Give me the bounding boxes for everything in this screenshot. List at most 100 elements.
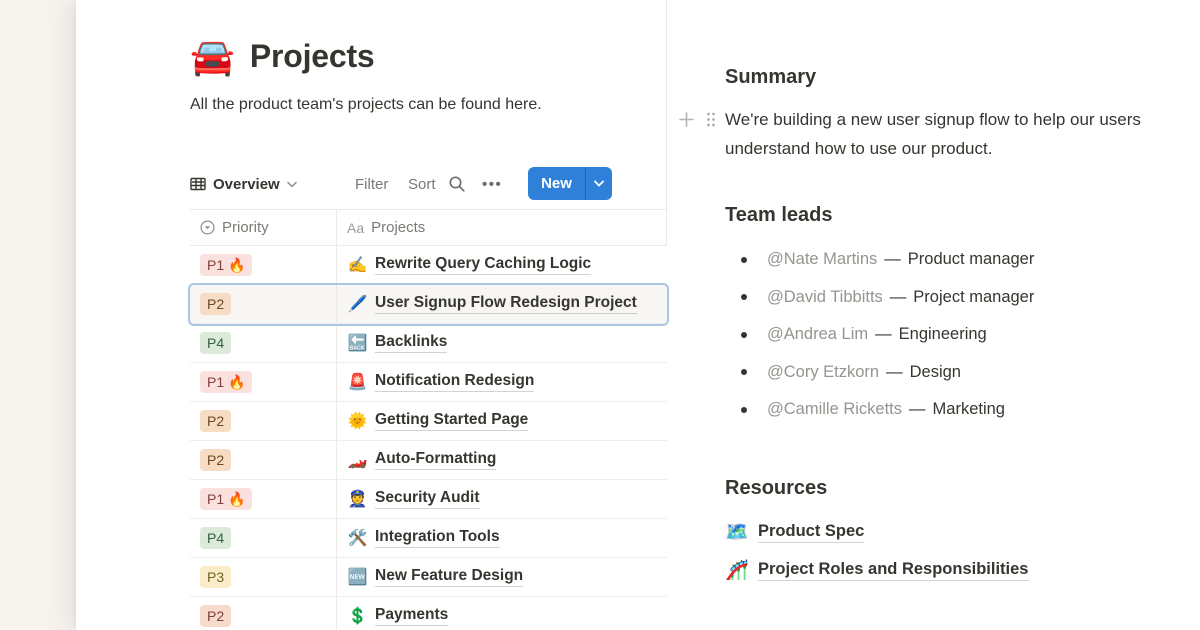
resource-page-link[interactable]: 🎢 Project Roles and Responsibilities (725, 551, 1029, 589)
page-header: 🚘 Projects (190, 38, 375, 75)
table-row[interactable]: P2 🏎️Auto-Formatting (190, 441, 667, 480)
project-link[interactable]: New Feature Design (375, 567, 523, 587)
priority-badge: P2 (200, 605, 231, 627)
project-link[interactable]: User Signup Flow Redesign Project (375, 294, 637, 314)
chevron-down-icon (287, 181, 297, 188)
table-row[interactable]: P4 🔙 Backlinks (190, 324, 667, 363)
team-role: Engineering (899, 325, 987, 344)
dash-separator: — (875, 325, 892, 344)
project-icon: 🚨 (347, 372, 368, 392)
project-icon: ✍️ (347, 255, 368, 275)
bullet-icon (741, 407, 747, 413)
new-button-group: New (528, 167, 612, 200)
resource-title: Product Spec (758, 522, 864, 543)
more-options-icon[interactable]: ••• (482, 168, 502, 200)
column-header-priority[interactable]: Priority (190, 210, 337, 245)
column-label: Projects (371, 219, 425, 236)
page-icon[interactable]: 🚘 (190, 39, 235, 75)
project-link[interactable]: Auto-Formatting (375, 450, 496, 470)
team-role: Product manager (908, 250, 1035, 269)
dash-separator: — (884, 250, 901, 269)
project-link[interactable]: Getting Started Page (375, 411, 528, 431)
team-leads-heading: Team leads (725, 204, 832, 227)
table-header-row: Priority Aa Projects (190, 209, 667, 246)
priority-badge: P4 (200, 527, 231, 549)
user-mention[interactable]: @Andrea Lim (767, 325, 868, 344)
team-role: Marketing (933, 400, 1005, 419)
text-property-icon: Aa (347, 220, 364, 236)
table-row[interactable]: P3 🆕 New Feature Design (190, 558, 667, 597)
select-property-icon (200, 220, 215, 235)
project-link[interactable]: Security Audit (375, 489, 480, 509)
add-block-icon[interactable] (677, 110, 696, 129)
table-row[interactable]: P1 🔥 ✍️ Rewrite Query Caching Logic (190, 246, 667, 285)
column-header-projects[interactable]: Aa Projects (337, 210, 667, 245)
priority-badge: P1 🔥 (200, 254, 252, 276)
project-icon: 🛠️ (347, 528, 368, 548)
database-toolbar: Overview Filter Sort ••• New (76, 166, 667, 202)
project-link[interactable]: Rewrite Query Caching Logic (375, 255, 591, 275)
page-description: All the product team's projects can be f… (190, 93, 548, 117)
project-link[interactable]: Payments (375, 606, 448, 626)
view-tab-overview[interactable]: Overview (190, 168, 297, 200)
resources-heading: Resources (725, 477, 827, 500)
new-button[interactable]: New (528, 167, 585, 200)
priority-badge: P4 (200, 332, 231, 354)
priority-badge: P2 (200, 449, 231, 471)
project-icon: 🖊️ (347, 294, 368, 314)
table-row[interactable]: P1 🔥 🚨 Notification Redesign (190, 363, 667, 402)
team-lead-item: @Nate Martins — Product manager (725, 241, 1195, 279)
summary-paragraph[interactable]: We're building a new user signup flow to… (725, 105, 1200, 163)
user-mention[interactable]: @Nate Martins (767, 250, 877, 269)
page-title: Projects (250, 38, 375, 75)
roller-coaster-icon: 🎢 (725, 558, 749, 582)
world-map-icon: 🗺️ (725, 520, 749, 544)
table-row[interactable]: P2 💲 Payments (190, 597, 667, 630)
priority-badge: P1 🔥 (200, 371, 252, 393)
team-lead-item: @David Tibbitts — Project manager (725, 279, 1195, 317)
projects-database-panel: 🚘 Projects All the product team's projec… (76, 0, 667, 630)
project-icon: 🆕 (347, 567, 368, 587)
user-mention[interactable]: @Camille Ricketts (767, 400, 902, 419)
project-icon: 🔙 (347, 333, 368, 353)
user-mention[interactable]: @Cory Etzkorn (767, 363, 879, 382)
projects-table: Priority Aa Projects P1 🔥 ✍️ Rewrite Quer… (190, 209, 667, 630)
team-leads-list: @Nate Martins — Product manager @David T… (725, 241, 1195, 429)
table-view-icon (190, 176, 206, 192)
table-row-selected[interactable]: P2 🖊️ User Signup Flow Redesign Project (190, 285, 667, 324)
project-icon: 🌞 (347, 411, 368, 431)
drag-handle-icon[interactable] (705, 110, 717, 129)
project-icon: 👮 (347, 489, 368, 509)
table-row[interactable]: P4 🛠️ Integration Tools (190, 519, 667, 558)
team-role: Project manager (913, 288, 1034, 307)
block-gutter (677, 110, 717, 129)
project-link[interactable]: Notification Redesign (375, 372, 534, 392)
view-tab-label: Overview (213, 176, 280, 193)
filter-button[interactable]: Filter (355, 168, 388, 200)
sort-button[interactable]: Sort (408, 168, 436, 200)
notion-window: 🚘 Projects All the product team's projec… (76, 0, 1200, 630)
project-link[interactable]: Backlinks (375, 333, 447, 353)
bullet-icon (741, 369, 747, 375)
project-page-panel: Summary We're building a new user signup… (667, 0, 1200, 630)
table-row[interactable]: P2 🌞 Getting Started Page (190, 402, 667, 441)
team-lead-item: @Cory Etzkorn — Design (725, 354, 1195, 392)
project-icon: 💲 (347, 606, 368, 626)
summary-heading: Summary (725, 66, 816, 89)
priority-badge: P1 🔥 (200, 488, 252, 510)
project-link[interactable]: Integration Tools (375, 528, 500, 548)
team-lead-item: @Andrea Lim — Engineering (725, 316, 1195, 354)
resource-title: Project Roles and Responsibilities (758, 560, 1029, 581)
priority-badge: P2 (200, 410, 231, 432)
new-dropdown-button[interactable] (586, 167, 612, 200)
user-mention[interactable]: @David Tibbitts (767, 288, 883, 307)
bullet-icon (741, 294, 747, 300)
table-row[interactable]: P1 🔥 👮 Security Audit (190, 480, 667, 519)
priority-badge: P2 (200, 293, 231, 315)
team-lead-item: @Camille Ricketts — Marketing (725, 391, 1195, 429)
bullet-icon (741, 332, 747, 338)
priority-badge: P3 (200, 566, 231, 588)
dash-separator: — (890, 288, 907, 307)
search-icon[interactable] (448, 168, 466, 200)
resource-page-link[interactable]: 🗺️ Product Spec (725, 513, 1029, 551)
